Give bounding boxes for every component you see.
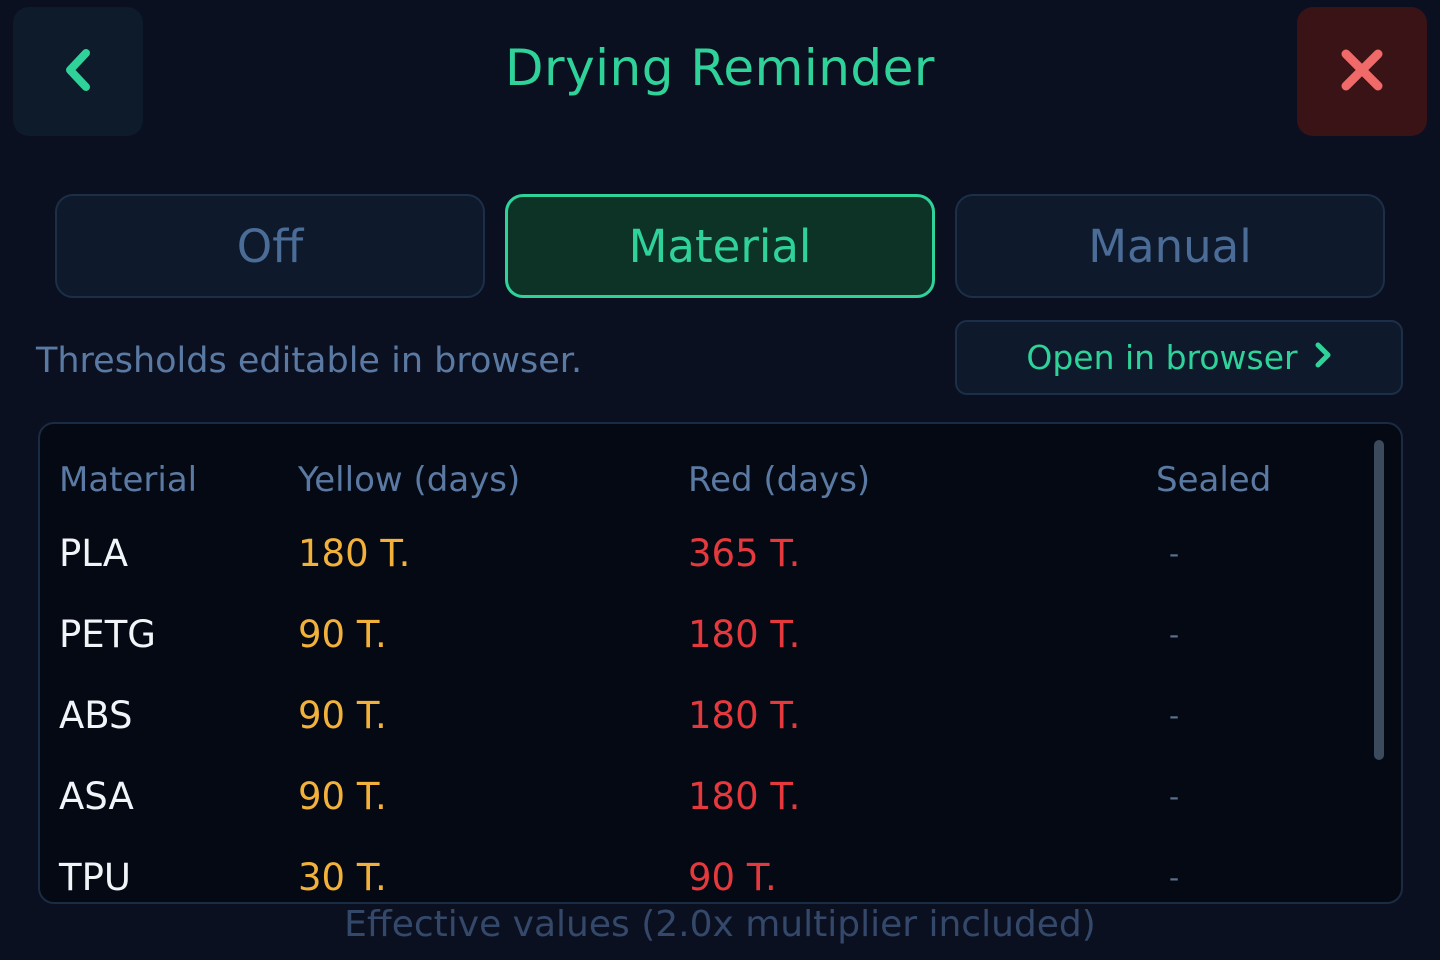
column-header-sealed: Sealed <box>1156 460 1272 500</box>
row-petg-yellow: 90 T. <box>298 613 387 656</box>
row-abs-red: 180 T. <box>688 694 801 737</box>
tab-off[interactable]: Off <box>55 194 485 298</box>
row-petg-sealed: - <box>1169 618 1180 651</box>
close-icon <box>1340 48 1384 96</box>
row-abs-yellow: 90 T. <box>298 694 387 737</box>
row-pla-yellow: 180 T. <box>298 532 411 575</box>
row-tpu-yellow: 30 T. <box>298 856 387 899</box>
material-thresholds-table[interactable]: Material Yellow (days) Red (days) Sealed… <box>38 422 1403 904</box>
tab-manual[interactable]: Manual <box>955 194 1385 298</box>
close-button[interactable] <box>1297 7 1427 136</box>
open-in-browser-label: Open in browser <box>1026 338 1298 377</box>
tab-manual-label: Manual <box>1088 219 1252 273</box>
row-tpu-material: TPU <box>59 856 131 899</box>
chevron-right-icon <box>1314 338 1332 377</box>
page-title: Drying Reminder <box>505 39 935 97</box>
row-asa-material: ASA <box>59 775 134 818</box>
tab-off-label: Off <box>236 219 304 273</box>
row-asa-yellow: 90 T. <box>298 775 387 818</box>
row-asa-sealed: - <box>1169 780 1180 813</box>
column-header-yellow: Yellow (days) <box>298 460 521 500</box>
row-abs-sealed: - <box>1169 699 1180 732</box>
row-pla-sealed: - <box>1169 537 1180 570</box>
row-tpu-sealed: - <box>1169 861 1180 894</box>
column-header-red: Red (days) <box>688 460 871 500</box>
table-scrollbar[interactable] <box>1374 440 1384 760</box>
effective-values-note: Effective values (2.0x multiplier includ… <box>344 904 1096 945</box>
open-in-browser-button[interactable]: Open in browser <box>955 320 1403 395</box>
row-asa-red: 180 T. <box>688 775 801 818</box>
row-petg-material: PETG <box>59 613 156 656</box>
row-pla-red: 365 T. <box>688 532 801 575</box>
tab-material[interactable]: Material <box>505 194 935 298</box>
row-petg-red: 180 T. <box>688 613 801 656</box>
thresholds-hint: Thresholds editable in browser. <box>36 341 583 381</box>
row-tpu-red: 90 T. <box>688 856 777 899</box>
tab-material-label: Material <box>628 219 812 273</box>
row-abs-material: ABS <box>59 694 133 737</box>
column-header-material: Material <box>59 460 198 500</box>
row-pla-material: PLA <box>59 532 129 575</box>
